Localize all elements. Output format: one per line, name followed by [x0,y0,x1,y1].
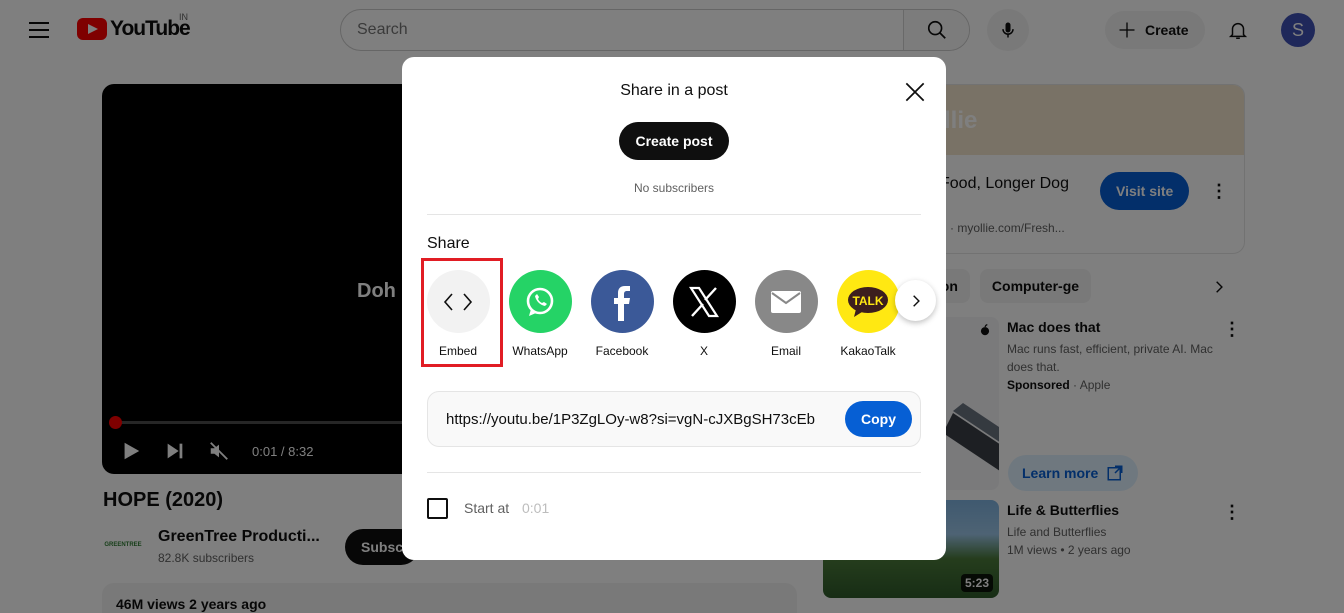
start-at-checkbox[interactable] [427,498,448,519]
share-x[interactable]: X [665,270,743,358]
share-label: KakaoTalk [840,344,896,358]
create-post-button[interactable]: Create post [619,122,729,160]
share-url[interactable]: https://youtu.be/1P3ZgLOy-w8?si=vgN-cJXB… [446,411,815,428]
svg-text:TALK: TALK [852,294,883,308]
share-whatsapp[interactable]: WhatsApp [501,270,579,358]
kakaotalk-icon: TALK [836,270,900,333]
share-label: Email [770,344,801,358]
share-label: Embed [438,344,478,358]
divider [427,214,921,215]
share-email[interactable]: Email [747,270,825,358]
share-next-button[interactable] [895,280,936,321]
share-embed[interactable]: Embed [419,270,497,358]
facebook-icon [590,270,654,333]
share-dialog: Share in a post Create post No subscribe… [402,57,946,560]
share-kakaotalk[interactable]: TALK KakaoTalk [829,270,907,358]
divider [427,472,921,473]
copy-button[interactable]: Copy [845,401,912,437]
start-at-time-input[interactable]: 0:01 [522,500,549,516]
share-label: X [699,344,708,358]
start-at-label: Start at [464,500,510,516]
share-url-box: https://youtu.be/1P3ZgLOy-w8?si=vgN-cJXB… [427,391,921,447]
whatsapp-icon [508,270,572,333]
share-heading: Share [427,235,470,252]
x-icon [672,270,736,333]
share-label: WhatsApp [512,344,568,358]
embed-icon [426,270,490,333]
close-icon[interactable] [902,79,928,105]
email-icon [754,270,818,333]
dialog-title: Share in a post [620,82,728,99]
share-facebook[interactable]: Facebook [583,270,661,358]
chevron-right-icon [912,294,920,307]
share-label: Facebook [595,344,649,358]
no-subscribers-text: No subscribers [633,181,715,195]
